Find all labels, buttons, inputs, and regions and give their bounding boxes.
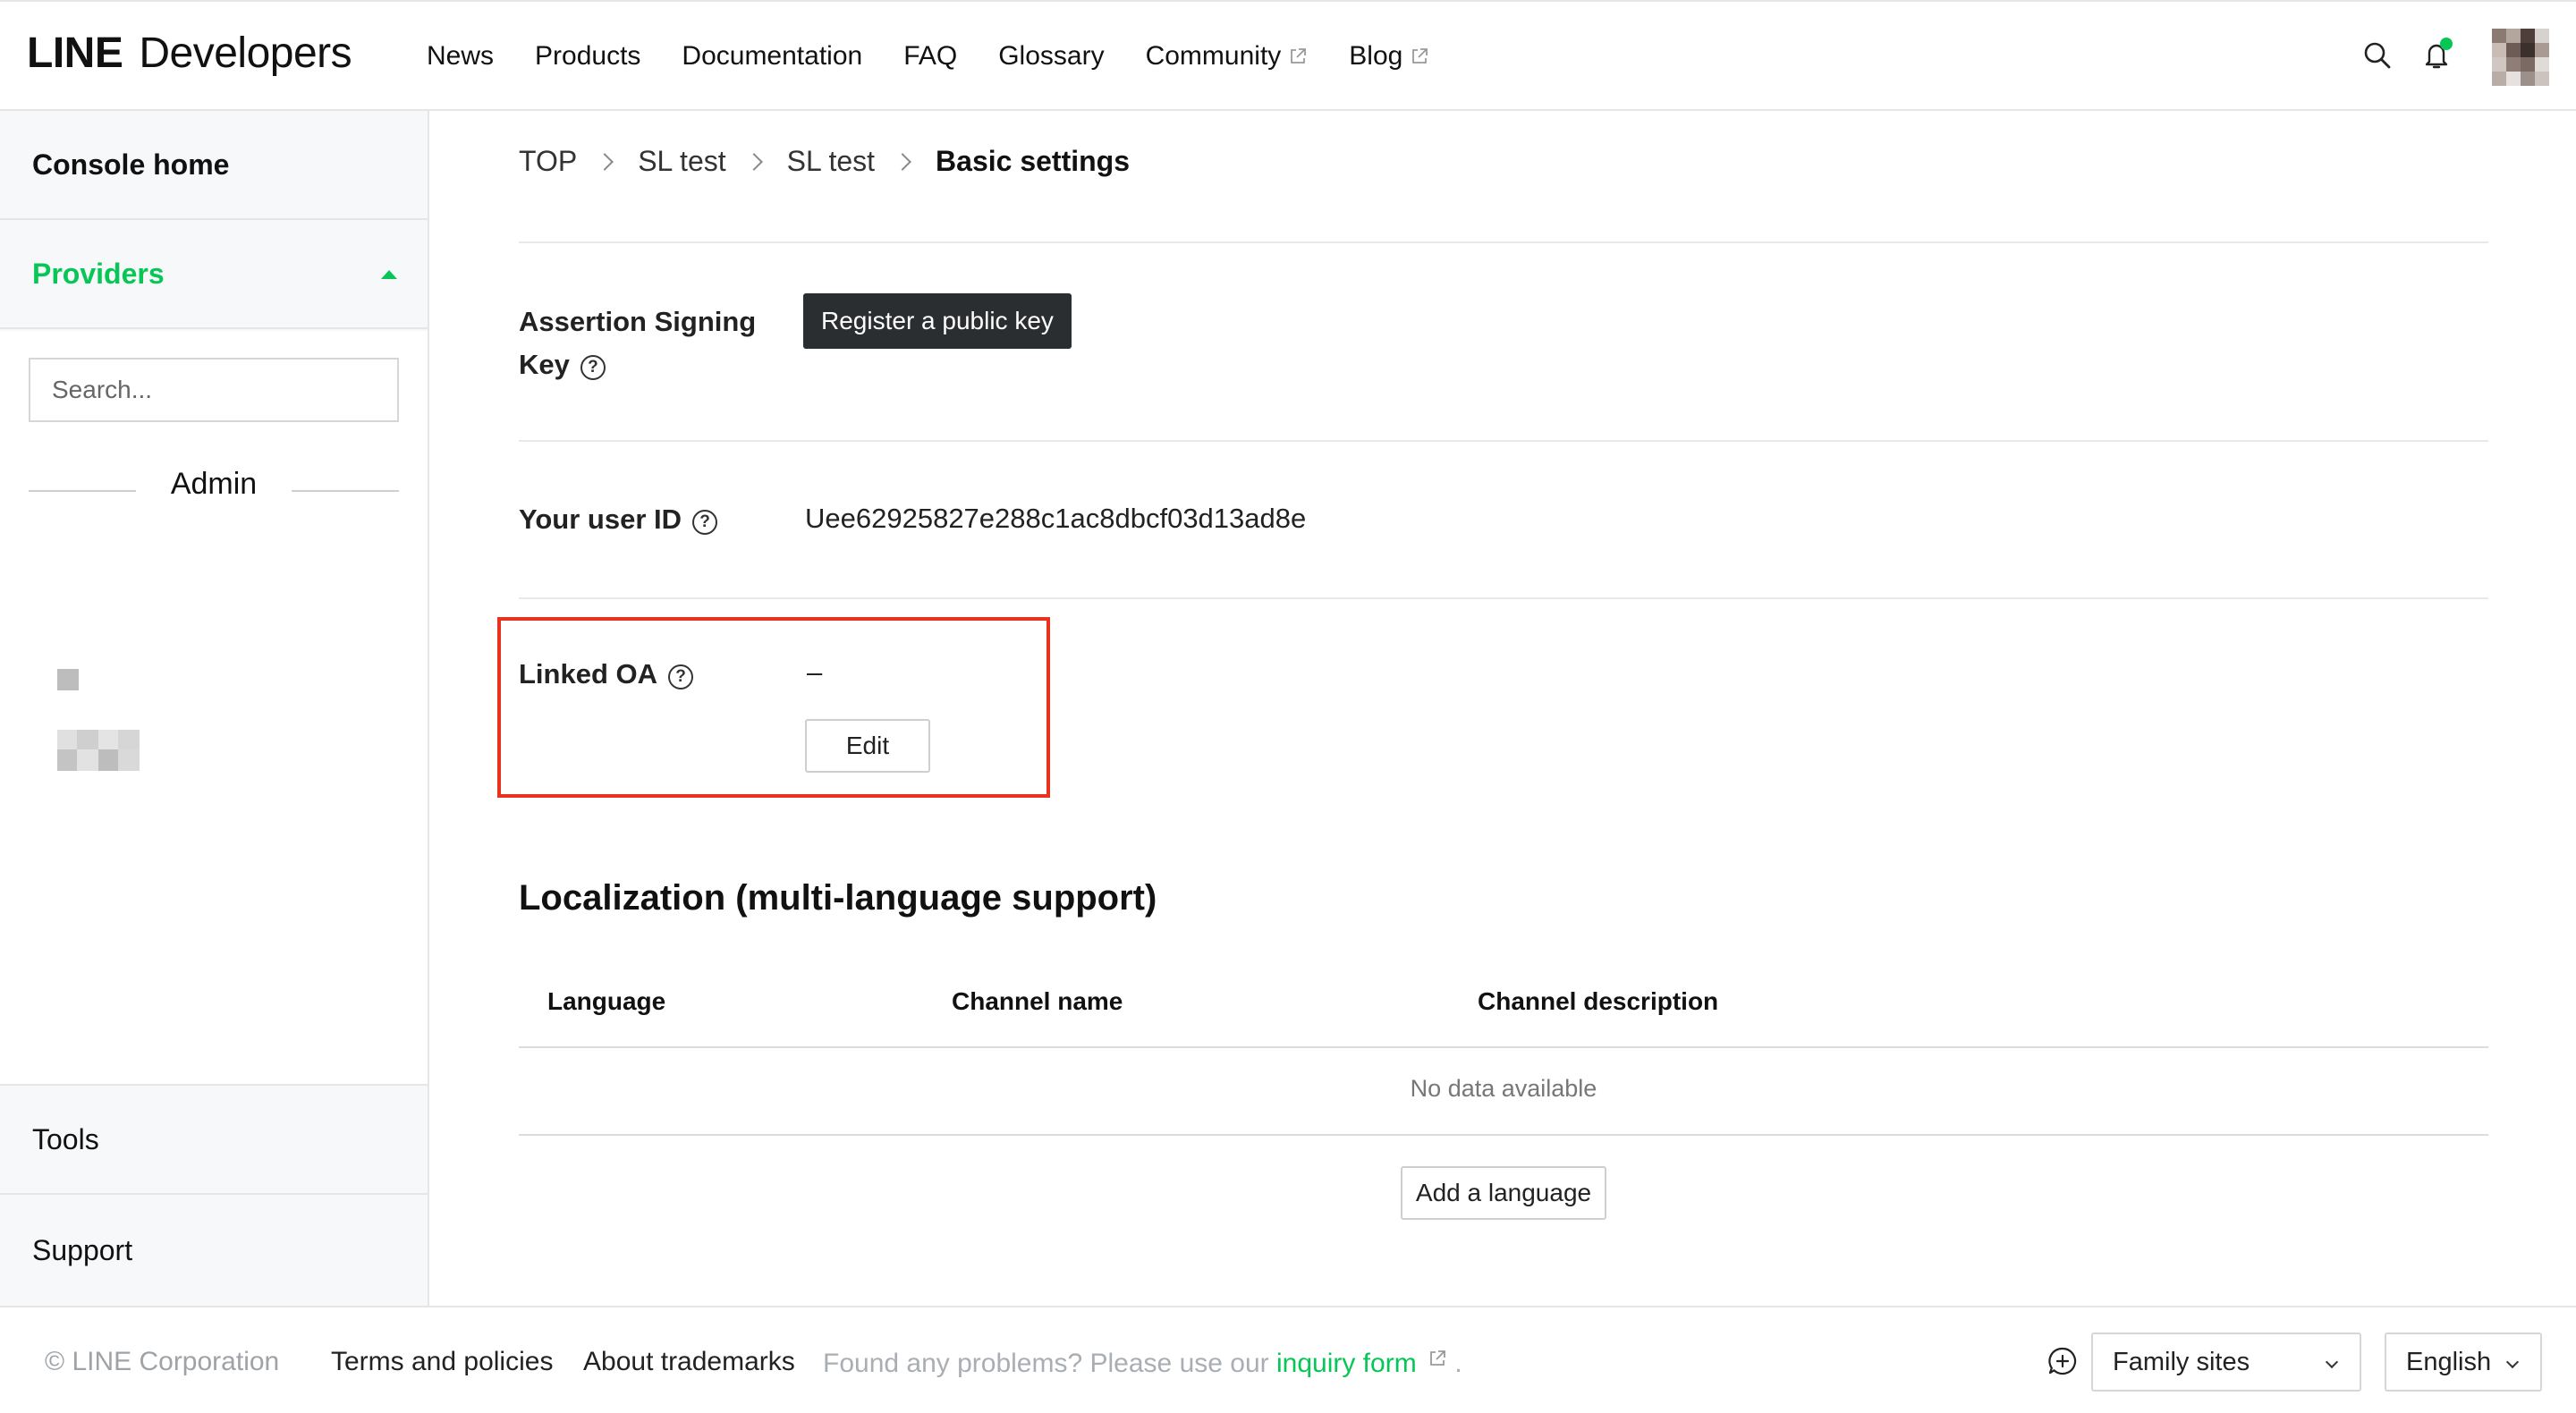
main-nav: News Products Documentation FAQ Glossary…: [427, 41, 1470, 72]
redacted-block: [118, 730, 140, 749]
breadcrumb-current: Basic settings: [936, 145, 1131, 177]
nav-blog[interactable]: Blog: [1349, 41, 1429, 72]
divider: [519, 1046, 2488, 1048]
external-link-icon: [1412, 48, 1428, 63]
footer: © LINE Corporation Terms and policies Ab…: [0, 1306, 2576, 1413]
breadcrumb: TOP SL test SL test Basic settings: [519, 145, 1130, 178]
period: .: [1454, 1349, 1462, 1378]
terms-link[interactable]: Terms and policies: [331, 1347, 553, 1377]
search-icon[interactable]: [2361, 39, 2394, 72]
user-id-label-text: Your user ID: [519, 503, 682, 535]
feedback-chat-icon[interactable]: [2046, 1345, 2079, 1377]
nav-faq-label: FAQ: [903, 41, 958, 71]
redacted-block: [77, 730, 98, 749]
nav-products[interactable]: Products: [535, 41, 640, 72]
provider-item-redacted[interactable]: [57, 730, 140, 771]
provider-item-redacted[interactable]: [57, 669, 79, 690]
nav-news[interactable]: News: [427, 41, 494, 72]
language-label: English: [2406, 1347, 2492, 1376]
localization-title: Localization (multi-language support): [519, 878, 1157, 918]
nav-community[interactable]: Community: [1146, 41, 1309, 72]
nav-blog-label: Blog: [1349, 41, 1403, 71]
problem-note: Found any problems? Please use our inqui…: [823, 1349, 1462, 1379]
sidebar-support[interactable]: Support: [0, 1195, 428, 1306]
line-developers-logo[interactable]: LINE Developers: [27, 29, 352, 78]
inquiry-form-link[interactable]: inquiry form: [1276, 1349, 1417, 1378]
redacted-block: [98, 749, 118, 771]
empty-table-message: No data available: [1410, 1075, 1597, 1102]
sidebar-tools-label: Tools: [32, 1122, 99, 1155]
register-public-key-button[interactable]: Register a public key: [803, 293, 1072, 349]
user-id-value: Uee62925827e288c1ac8dbcf03d13ad8e: [805, 503, 1307, 534]
external-link-icon: [1291, 48, 1307, 63]
divider: [292, 490, 399, 492]
breadcrumb-provider[interactable]: SL test: [638, 145, 725, 178]
redacted-block: [57, 669, 79, 690]
nav-documentation[interactable]: Documentation: [682, 41, 862, 72]
problem-text: Found any problems? Please use our: [823, 1349, 1276, 1378]
sidebar: Console home Providers Admin Tools Suppo…: [0, 111, 429, 1306]
provider-list-panel: Admin: [0, 331, 428, 1084]
family-sites-select[interactable]: Family sites: [2091, 1333, 2361, 1392]
breadcrumb-top[interactable]: TOP: [519, 145, 577, 178]
sidebar-tools[interactable]: Tools: [0, 1084, 428, 1195]
redacted-block: [118, 749, 140, 771]
external-link-icon: [1430, 1350, 1445, 1366]
admin-section-header: Admin: [29, 467, 399, 503]
sidebar-console-home[interactable]: Console home: [0, 111, 428, 220]
nav-glossary[interactable]: Glossary: [998, 41, 1104, 72]
chevron-down-icon: [2325, 1355, 2339, 1369]
notification-dot: [2440, 38, 2453, 50]
provider-search-input[interactable]: [29, 358, 399, 422]
redacted-block: [77, 749, 98, 771]
assertion-label-line2: Key: [519, 349, 570, 380]
nav-documentation-label: Documentation: [682, 41, 863, 71]
sidebar-support-label: Support: [32, 1233, 133, 1266]
trademarks-link[interactable]: About trademarks: [583, 1347, 795, 1377]
chevron-down-icon: [2505, 1355, 2520, 1369]
copyright: © LINE Corporation: [45, 1347, 280, 1376]
assertion-label-line1: Assertion Signing: [519, 306, 757, 337]
admin-label: Admin: [170, 467, 258, 501]
highlight-box: [497, 617, 1050, 798]
nav-community-label: Community: [1145, 41, 1282, 71]
family-sites-label: Family sites: [2113, 1347, 2250, 1376]
breadcrumb-channel[interactable]: SL test: [787, 145, 875, 178]
redacted-block: [57, 730, 77, 749]
top-header: LINE Developers News Products Documentati…: [0, 0, 2576, 111]
chevron-right-icon: [744, 152, 763, 171]
chevron-right-icon: [894, 152, 911, 171]
logo-developers-text: Developers: [139, 30, 352, 77]
nav-glossary-label: Glossary: [998, 41, 1105, 71]
nav-news-label: News: [427, 41, 495, 71]
assertion-signing-key-label: Assertion Signing Key?: [519, 300, 756, 386]
sidebar-providers-label: Providers: [32, 257, 165, 290]
add-language-button[interactable]: Add a language: [1401, 1166, 1606, 1220]
divider: [519, 241, 2488, 243]
divider: [519, 597, 2488, 599]
nav-products-label: Products: [535, 41, 641, 71]
divider: [519, 1134, 2488, 1136]
help-icon[interactable]: ?: [692, 510, 718, 535]
caret-up-icon: [381, 270, 397, 279]
chevron-right-icon: [596, 152, 614, 171]
nav-faq[interactable]: FAQ: [903, 41, 957, 72]
logo-line-text: LINE: [27, 30, 123, 77]
language-select[interactable]: English: [2385, 1333, 2542, 1392]
avatar[interactable]: [2492, 29, 2549, 86]
user-id-label: Your user ID?: [519, 498, 718, 541]
sidebar-console-home-label: Console home: [32, 148, 230, 181]
redacted-block: [98, 730, 118, 749]
help-icon[interactable]: ?: [580, 355, 606, 380]
column-header-channel-name: Channel name: [952, 987, 1123, 1015]
divider: [519, 440, 2488, 442]
column-header-language: Language: [547, 987, 666, 1015]
sidebar-providers[interactable]: Providers: [0, 220, 428, 329]
column-header-channel-description: Channel description: [1478, 987, 1719, 1015]
redacted-block: [57, 749, 77, 771]
